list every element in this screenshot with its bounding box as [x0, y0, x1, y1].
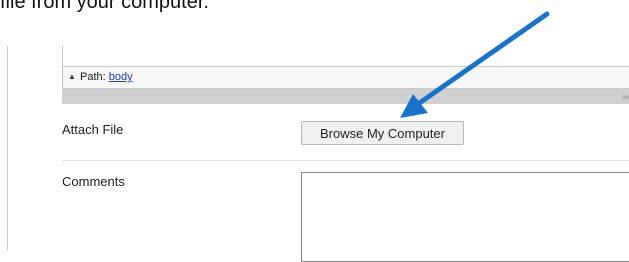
arrow-pointer-icon [400, 11, 550, 118]
arrow-shaft [415, 11, 550, 107]
